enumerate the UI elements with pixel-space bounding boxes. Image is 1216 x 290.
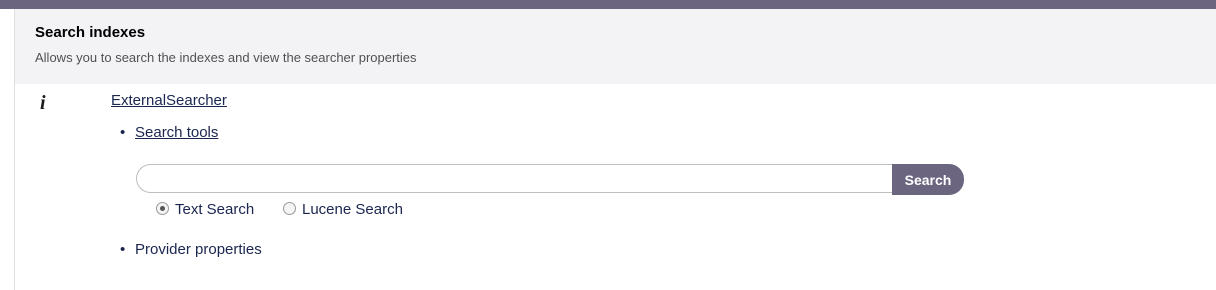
searcher-name-link[interactable]: ExternalSearcher (111, 92, 227, 109)
lucene-search-label: Lucene Search (302, 201, 403, 218)
radio-unchecked-icon[interactable] (283, 202, 296, 215)
text-search-label: Text Search (175, 201, 255, 218)
lucene-search-radio[interactable]: Lucene Search (283, 201, 403, 218)
search-row: Search (136, 164, 964, 195)
panel-title: Search indexes (35, 24, 146, 41)
search-input[interactable] (136, 164, 901, 193)
radio-checked-icon[interactable] (156, 202, 169, 215)
search-button[interactable]: Search (892, 164, 964, 195)
text-search-radio[interactable]: Text Search (156, 201, 254, 218)
panel-header: Search indexes Allows you to search the … (15, 9, 1216, 84)
bullet-icon: • (120, 241, 126, 258)
bullet-icon: • (120, 124, 126, 141)
panel-description: Allows you to search the indexes and vie… (35, 50, 417, 65)
search-tools-link[interactable]: Search tools (135, 124, 218, 141)
provider-properties-label[interactable]: Provider properties (135, 241, 262, 258)
top-bar (0, 0, 1216, 9)
info-icon: i (40, 92, 46, 114)
